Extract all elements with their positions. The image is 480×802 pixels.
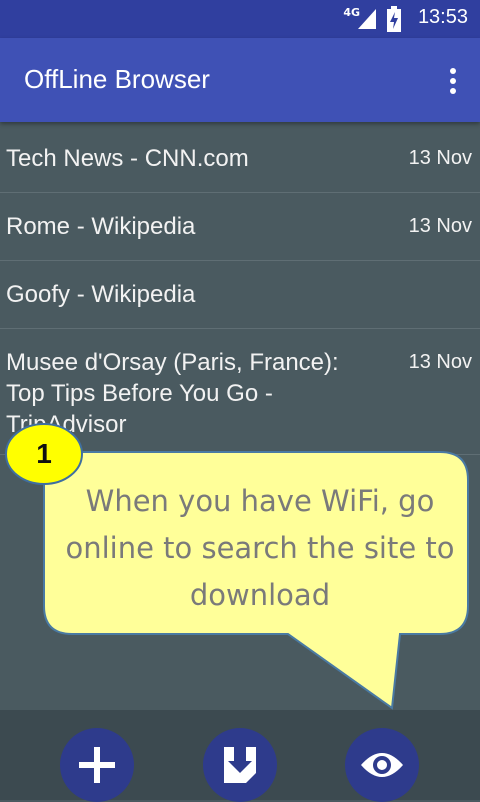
list-item[interactable]: Goofy - Wikipedia [0, 261, 480, 329]
page-title: Tech News - CNN.com [6, 145, 249, 172]
status-bar: 4G 13:53 [0, 0, 480, 38]
download-icon [224, 747, 256, 783]
page-date: 13 Nov [408, 147, 472, 169]
battery-charging-icon [387, 6, 401, 32]
list-item[interactable]: Rome - Wikipedia 13 Nov [0, 193, 480, 261]
status-clock: 13:53 [417, 6, 468, 28]
app-bar: OffLine Browser [0, 38, 480, 122]
page-title: Musee d'Orsay (Paris, France): Top Tips … [6, 349, 339, 438]
more-vert-icon[interactable] [448, 66, 458, 96]
tooltip-text: When you have WiFi, go online to search … [65, 484, 455, 612]
page-date: 13 Nov [408, 215, 472, 237]
page-title: Rome - Wikipedia [6, 213, 196, 240]
plus-icon [79, 747, 115, 783]
signal-icon [358, 9, 376, 29]
list-item[interactable]: Tech News - CNN.com 13 Nov [0, 125, 480, 193]
page-date: 13 Nov [408, 351, 472, 373]
page-title: Goofy - Wikipedia [6, 281, 196, 308]
add-button[interactable] [60, 728, 134, 802]
list-item[interactable]: Musee d'Orsay (Paris, France): Top Tips … [0, 329, 480, 455]
saved-pages-list: Tech News - CNN.com 13 Nov Rome - Wikipe… [0, 125, 480, 455]
eye-icon [361, 753, 403, 777]
bottom-action-bar [0, 710, 480, 802]
app-title: OffLine Browser [24, 64, 210, 94]
view-button[interactable] [345, 728, 419, 802]
download-button[interactable] [203, 728, 277, 802]
